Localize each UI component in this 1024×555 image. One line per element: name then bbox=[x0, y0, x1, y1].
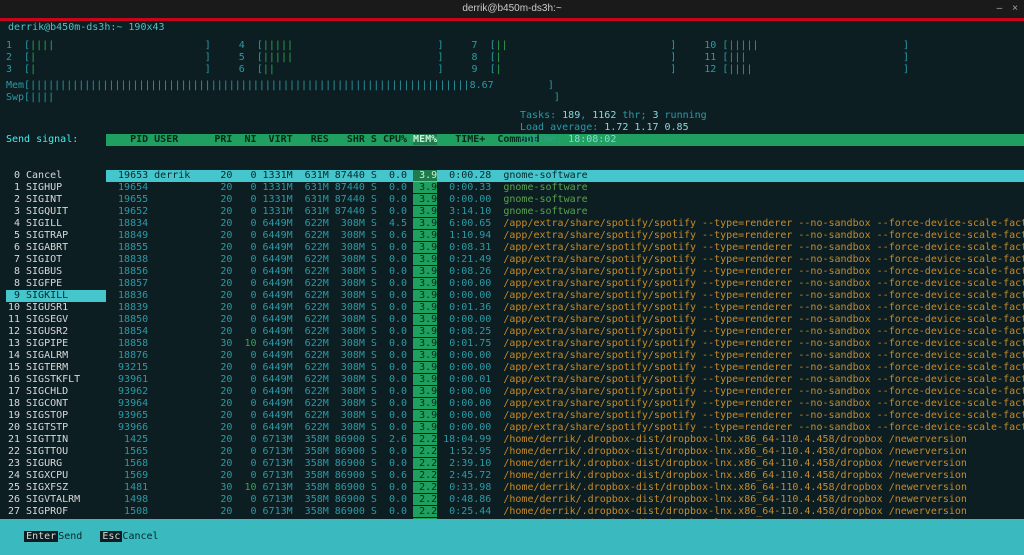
signal-item-sigint[interactable]: 2 SIGINT bbox=[6, 194, 106, 206]
signal-item-sigill[interactable]: 4 SIGILL bbox=[6, 218, 106, 230]
key-enter[interactable]: Enter bbox=[24, 531, 58, 542]
process-row[interactable]: 1565 20 0 6713M 358M 86900 S 0.0 2.2 1:5… bbox=[106, 446, 1024, 458]
process-row[interactable]: 18834 20 0 6449M 622M 308M S 4.5 3.9 6:0… bbox=[106, 218, 1024, 230]
process-row[interactable]: 19654 20 0 1331M 631M 87440 S 0.0 3.9 0:… bbox=[106, 182, 1024, 194]
window-controls: – × bbox=[997, 0, 1018, 18]
process-area: Send signal: 0 Cancel1 SIGHUP2 SIGINT3 S… bbox=[6, 110, 1018, 519]
signal-item-sigvtalrm[interactable]: 26 SIGVTALRM bbox=[6, 494, 106, 506]
signal-item-sigusr2[interactable]: 12 SIGUSR2 bbox=[6, 326, 106, 338]
signal-item-sigstkflt[interactable]: 16 SIGSTKFLT bbox=[6, 374, 106, 386]
process-row[interactable]: 18858 30 10 6449M 622M 308M S 0.0 3.9 0:… bbox=[106, 338, 1024, 350]
footer: EnterSend EscCancel bbox=[0, 519, 1024, 555]
process-row[interactable]: 18855 20 0 6449M 622M 308M S 0.0 3.9 0:0… bbox=[106, 242, 1024, 254]
terminal-body[interactable]: 1 [|||| ]2 [| ]3 [| ]4 [||||| ]5 [||||| … bbox=[0, 36, 1024, 519]
process-row[interactable]: 18850 20 0 6449M 622M 308M S 0.0 3.9 0:0… bbox=[106, 314, 1024, 326]
signal-item-sigcont[interactable]: 18 SIGCONT bbox=[6, 398, 106, 410]
process-row[interactable]: 19653 derrik 20 0 1331M 631M 87440 S 0.0… bbox=[106, 170, 1024, 182]
signal-item-sigfpe[interactable]: 8 SIGFPE bbox=[6, 278, 106, 290]
signal-item-sigprof[interactable]: 27 SIGPROF bbox=[6, 506, 106, 518]
process-row[interactable]: 18854 20 0 6449M 622M 308M S 0.0 3.9 0:0… bbox=[106, 326, 1024, 338]
signal-item-sigbus[interactable]: 8 SIGBUS bbox=[6, 266, 106, 278]
signal-item-sigsegv[interactable]: 11 SIGSEGV bbox=[6, 314, 106, 326]
minimize-icon[interactable]: – bbox=[997, 3, 1003, 15]
process-row[interactable]: 1508 20 0 6713M 358M 86900 S 0.0 2.2 0:2… bbox=[106, 506, 1024, 518]
process-row[interactable]: 18849 20 0 6449M 622M 308M S 0.6 3.9 1:1… bbox=[106, 230, 1024, 242]
signal-item-sigxfsz[interactable]: 25 SIGXFSZ bbox=[6, 482, 106, 494]
key-esc[interactable]: Esc bbox=[100, 531, 122, 542]
signal-item-sigttin[interactable]: 21 SIGTTIN bbox=[6, 434, 106, 446]
process-row[interactable]: 93965 20 0 6449M 622M 308M S 0.0 3.9 0:0… bbox=[106, 410, 1024, 422]
process-row[interactable]: 93215 20 0 6449M 622M 308M S 0.0 3.9 0:0… bbox=[106, 362, 1024, 374]
signal-item-sigurg[interactable]: 23 SIGURG bbox=[6, 458, 106, 470]
process-row[interactable]: 1569 20 0 6713M 358M 86900 S 0.6 2.2 2:4… bbox=[106, 470, 1024, 482]
signal-item-sigquit[interactable]: 3 SIGQUIT bbox=[6, 206, 106, 218]
terminal-tab[interactable]: derrik@b450m-ds3h:~ 190x43 bbox=[0, 21, 1024, 36]
signal-item-sigalrm[interactable]: 14 SIGALRM bbox=[6, 350, 106, 362]
process-row[interactable]: 18876 20 0 6449M 622M 308M S 0.0 3.9 0:0… bbox=[106, 350, 1024, 362]
system-stats: Tasks: 189, 1162 thr; 3 running Load ave… bbox=[520, 98, 707, 146]
process-row[interactable]: 18836 20 0 6449M 622M 308M S 0.0 3.9 0:0… bbox=[106, 290, 1024, 302]
cpu-meters: 1 [|||| ]2 [| ]3 [| ]4 [||||| ]5 [||||| … bbox=[6, 40, 1018, 76]
label-send: Send bbox=[58, 531, 100, 542]
signal-item-sigkill[interactable]: 9 SIGKILL bbox=[6, 290, 106, 302]
signal-column: Send signal: 0 Cancel1 SIGHUP2 SIGINT3 S… bbox=[6, 110, 106, 519]
process-row[interactable]: 93961 20 0 6449M 622M 308M S 0.0 3.9 0:0… bbox=[106, 374, 1024, 386]
signal-item-sigchld[interactable]: 17 SIGCHLD bbox=[6, 386, 106, 398]
terminal-window: derrik@b450m-ds3h:~ – × derrik@b450m-ds3… bbox=[0, 0, 1024, 555]
signal-item-sigiot[interactable]: 7 SIGIOT bbox=[6, 254, 106, 266]
window-title: derrik@b450m-ds3h:~ bbox=[462, 3, 561, 15]
signal-item-sigxcpu[interactable]: 24 SIGXCPU bbox=[6, 470, 106, 482]
process-row[interactable]: 93964 20 0 6449M 622M 308M S 0.0 3.9 0:0… bbox=[106, 398, 1024, 410]
process-row[interactable]: 93966 20 0 6449M 622M 308M S 0.0 3.9 0:0… bbox=[106, 422, 1024, 434]
process-row[interactable]: 19652 20 0 1331M 631M 87440 S 0.0 3.9 3:… bbox=[106, 206, 1024, 218]
signal-item-sigttou[interactable]: 22 SIGTTOU bbox=[6, 446, 106, 458]
swap-meter: Swp[|||| ] bbox=[6, 92, 1018, 104]
close-icon[interactable]: × bbox=[1012, 3, 1018, 15]
signal-item-sigterm[interactable]: 15 SIGTERM bbox=[6, 362, 106, 374]
process-row[interactable]: 1498 20 0 6713M 358M 86900 S 0.0 2.2 0:4… bbox=[106, 494, 1024, 506]
process-rows: PID USER PRI NI VIRT RES SHR S CPU% MEM%… bbox=[106, 110, 1024, 519]
signal-item-sigusr1[interactable]: 10 SIGUSR1 bbox=[6, 302, 106, 314]
titlebar[interactable]: derrik@b450m-ds3h:~ – × bbox=[0, 0, 1024, 18]
process-row[interactable]: 18838 20 0 6449M 622M 308M S 0.0 3.9 0:2… bbox=[106, 254, 1024, 266]
process-row[interactable]: 19655 20 0 1331M 631M 87440 S 0.0 3.9 0:… bbox=[106, 194, 1024, 206]
process-row[interactable]: 18856 20 0 6449M 622M 308M S 0.0 3.9 0:0… bbox=[106, 266, 1024, 278]
process-row[interactable]: 93962 20 0 6449M 622M 308M S 0.0 3.9 0:0… bbox=[106, 386, 1024, 398]
signal-item-cancel[interactable]: 0 Cancel bbox=[6, 170, 106, 182]
signal-item-sigpipe[interactable]: 13 SIGPIPE bbox=[6, 338, 106, 350]
process-row[interactable]: 1425 20 0 6713M 358M 86900 S 2.6 2.2 18:… bbox=[106, 434, 1024, 446]
mem-meter: Mem[||||||||||||||||||||||||||||||||||||… bbox=[6, 80, 1018, 92]
signal-item-sigtrap[interactable]: 5 SIGTRAP bbox=[6, 230, 106, 242]
label-cancel: Cancel bbox=[122, 531, 158, 542]
process-row[interactable]: 1568 20 0 6713M 358M 86900 S 0.0 2.2 2:3… bbox=[106, 458, 1024, 470]
signal-item-sighup[interactable]: 1 SIGHUP bbox=[6, 182, 106, 194]
process-row[interactable]: 18839 20 0 6449M 622M 308M S 0.0 3.9 0:0… bbox=[106, 302, 1024, 314]
signal-label: Send signal: bbox=[6, 134, 106, 146]
signal-item-sigstop[interactable]: 19 SIGSTOP bbox=[6, 410, 106, 422]
process-row[interactable]: 18857 20 0 6449M 622M 308M S 0.0 3.9 0:0… bbox=[106, 278, 1024, 290]
signal-item-sigabrt[interactable]: 6 SIGABRT bbox=[6, 242, 106, 254]
signal-item-sigtstp[interactable]: 20 SIGTSTP bbox=[6, 422, 106, 434]
process-row[interactable]: 1481 30 10 6713M 358M 86900 S 0.0 2.2 0:… bbox=[106, 482, 1024, 494]
